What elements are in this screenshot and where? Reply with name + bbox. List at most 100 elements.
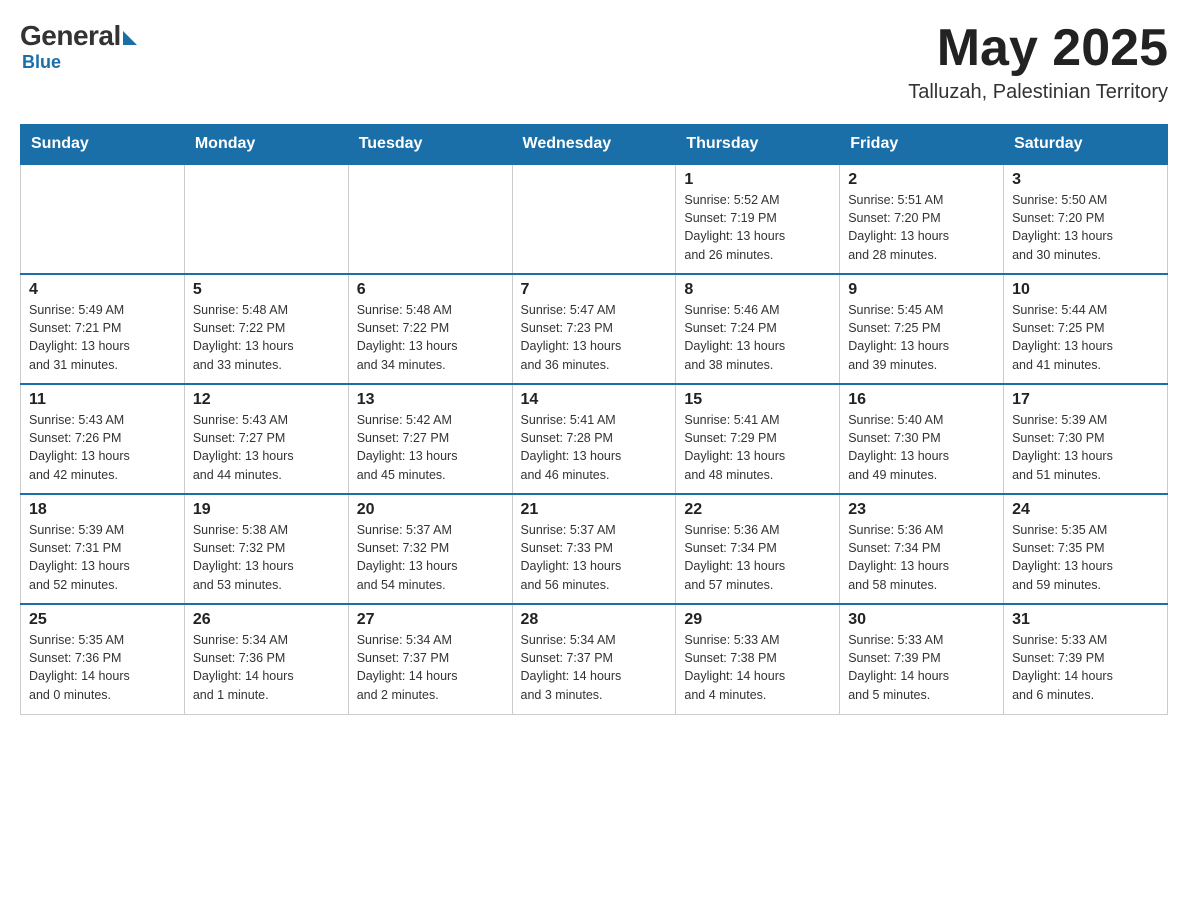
day-info: Sunrise: 5:36 AM Sunset: 7:34 PM Dayligh… bbox=[684, 521, 831, 594]
calendar-day-cell: 22 Sunrise: 5:36 AM Sunset: 7:34 PM Dayli… bbox=[676, 494, 840, 604]
day-info: Sunrise: 5:41 AM Sunset: 7:29 PM Dayligh… bbox=[684, 411, 831, 484]
day-number: 28 bbox=[521, 611, 668, 629]
calendar-day-cell bbox=[184, 164, 348, 274]
calendar-day-header: Monday bbox=[184, 125, 348, 165]
day-number: 1 bbox=[684, 171, 831, 189]
day-info: Sunrise: 5:43 AM Sunset: 7:26 PM Dayligh… bbox=[29, 411, 176, 484]
day-number: 17 bbox=[1012, 391, 1159, 409]
day-number: 19 bbox=[193, 501, 340, 519]
page-header: General Blue May 2025 Talluzah, Palestin… bbox=[20, 20, 1168, 104]
calendar-day-cell: 29 Sunrise: 5:33 AM Sunset: 7:38 PM Dayli… bbox=[676, 604, 840, 714]
calendar-day-cell: 12 Sunrise: 5:43 AM Sunset: 7:27 PM Dayli… bbox=[184, 384, 348, 494]
day-number: 27 bbox=[357, 611, 504, 629]
logo-general-text: General bbox=[20, 20, 121, 52]
day-number: 30 bbox=[848, 611, 995, 629]
calendar-day-cell: 30Sunrise: 5:33 AM Sunset: 7:39 PM Dayli… bbox=[840, 604, 1004, 714]
calendar-week-row: 11 Sunrise: 5:43 AM Sunset: 7:26 PM Dayli… bbox=[21, 384, 1168, 494]
calendar-day-cell: 23Sunrise: 5:36 AM Sunset: 7:34 PM Dayli… bbox=[840, 494, 1004, 604]
calendar-day-cell: 1Sunrise: 5:52 AM Sunset: 7:19 PM Daylig… bbox=[676, 164, 840, 274]
calendar-day-header: Thursday bbox=[676, 125, 840, 165]
day-number: 12 bbox=[193, 391, 340, 409]
day-number: 13 bbox=[357, 391, 504, 409]
day-info: Sunrise: 5:34 AM Sunset: 7:37 PM Dayligh… bbox=[357, 631, 504, 704]
logo: General Blue bbox=[20, 20, 137, 73]
calendar-day-cell: 7Sunrise: 5:47 AM Sunset: 7:23 PM Daylig… bbox=[512, 274, 676, 384]
calendar-day-cell bbox=[348, 164, 512, 274]
day-number: 18 bbox=[29, 501, 176, 519]
day-info: Sunrise: 5:50 AM Sunset: 7:20 PM Dayligh… bbox=[1012, 191, 1159, 264]
calendar-week-row: 4Sunrise: 5:49 AM Sunset: 7:21 PM Daylig… bbox=[21, 274, 1168, 384]
calendar-day-cell: 11 Sunrise: 5:43 AM Sunset: 7:26 PM Dayli… bbox=[21, 384, 185, 494]
day-info: Sunrise: 5:41 AM Sunset: 7:28 PM Dayligh… bbox=[521, 411, 668, 484]
calendar-day-cell: 17 Sunrise: 5:39 AM Sunset: 7:30 PM Dayli… bbox=[1004, 384, 1168, 494]
logo-arrow-icon bbox=[123, 31, 137, 45]
calendar-day-cell: 2 Sunrise: 5:51 AM Sunset: 7:20 PM Daylig… bbox=[840, 164, 1004, 274]
month-title: May 2025 bbox=[908, 20, 1168, 77]
calendar-day-header: Tuesday bbox=[348, 125, 512, 165]
calendar-day-cell: 21Sunrise: 5:37 AM Sunset: 7:33 PM Dayli… bbox=[512, 494, 676, 604]
day-number: 14 bbox=[521, 391, 668, 409]
day-info: Sunrise: 5:39 AM Sunset: 7:31 PM Dayligh… bbox=[29, 521, 176, 594]
day-number: 20 bbox=[357, 501, 504, 519]
day-number: 11 bbox=[29, 391, 176, 409]
day-number: 26 bbox=[193, 611, 340, 629]
day-number: 16 bbox=[848, 391, 995, 409]
calendar-table: SundayMondayTuesdayWednesdayThursdayFrid… bbox=[20, 124, 1168, 715]
day-number: 5 bbox=[193, 281, 340, 299]
day-info: Sunrise: 5:42 AM Sunset: 7:27 PM Dayligh… bbox=[357, 411, 504, 484]
location: Talluzah, Palestinian Territory bbox=[908, 81, 1168, 104]
calendar-day-cell: 16Sunrise: 5:40 AM Sunset: 7:30 PM Dayli… bbox=[840, 384, 1004, 494]
day-info: Sunrise: 5:34 AM Sunset: 7:37 PM Dayligh… bbox=[521, 631, 668, 704]
logo-blue-text: Blue bbox=[22, 52, 61, 73]
day-number: 24 bbox=[1012, 501, 1159, 519]
day-number: 8 bbox=[684, 281, 831, 299]
day-number: 21 bbox=[521, 501, 668, 519]
title-area: May 2025 Talluzah, Palestinian Territory bbox=[908, 20, 1168, 104]
day-number: 29 bbox=[684, 611, 831, 629]
day-info: Sunrise: 5:49 AM Sunset: 7:21 PM Dayligh… bbox=[29, 301, 176, 374]
day-number: 22 bbox=[684, 501, 831, 519]
day-info: Sunrise: 5:33 AM Sunset: 7:38 PM Dayligh… bbox=[684, 631, 831, 704]
calendar-day-cell: 28 Sunrise: 5:34 AM Sunset: 7:37 PM Dayli… bbox=[512, 604, 676, 714]
day-info: Sunrise: 5:46 AM Sunset: 7:24 PM Dayligh… bbox=[684, 301, 831, 374]
day-number: 31 bbox=[1012, 611, 1159, 629]
day-number: 2 bbox=[848, 171, 995, 189]
day-info: Sunrise: 5:39 AM Sunset: 7:30 PM Dayligh… bbox=[1012, 411, 1159, 484]
day-number: 3 bbox=[1012, 171, 1159, 189]
day-info: Sunrise: 5:35 AM Sunset: 7:35 PM Dayligh… bbox=[1012, 521, 1159, 594]
calendar-week-row: 1Sunrise: 5:52 AM Sunset: 7:19 PM Daylig… bbox=[21, 164, 1168, 274]
calendar-day-header: Saturday bbox=[1004, 125, 1168, 165]
calendar-day-cell: 18 Sunrise: 5:39 AM Sunset: 7:31 PM Dayli… bbox=[21, 494, 185, 604]
calendar-day-header: Sunday bbox=[21, 125, 185, 165]
calendar-day-cell: 27 Sunrise: 5:34 AM Sunset: 7:37 PM Dayli… bbox=[348, 604, 512, 714]
calendar-day-cell: 3 Sunrise: 5:50 AM Sunset: 7:20 PM Daylig… bbox=[1004, 164, 1168, 274]
day-info: Sunrise: 5:35 AM Sunset: 7:36 PM Dayligh… bbox=[29, 631, 176, 704]
day-info: Sunrise: 5:43 AM Sunset: 7:27 PM Dayligh… bbox=[193, 411, 340, 484]
calendar-day-cell: 20 Sunrise: 5:37 AM Sunset: 7:32 PM Dayli… bbox=[348, 494, 512, 604]
day-number: 7 bbox=[521, 281, 668, 299]
calendar-day-cell: 4Sunrise: 5:49 AM Sunset: 7:21 PM Daylig… bbox=[21, 274, 185, 384]
calendar-day-cell: 31 Sunrise: 5:33 AM Sunset: 7:39 PM Dayli… bbox=[1004, 604, 1168, 714]
calendar-day-header: Friday bbox=[840, 125, 1004, 165]
day-number: 6 bbox=[357, 281, 504, 299]
day-info: Sunrise: 5:51 AM Sunset: 7:20 PM Dayligh… bbox=[848, 191, 995, 264]
calendar-week-row: 25 Sunrise: 5:35 AM Sunset: 7:36 PM Dayli… bbox=[21, 604, 1168, 714]
day-number: 15 bbox=[684, 391, 831, 409]
calendar-day-cell: 8 Sunrise: 5:46 AM Sunset: 7:24 PM Daylig… bbox=[676, 274, 840, 384]
day-info: Sunrise: 5:45 AM Sunset: 7:25 PM Dayligh… bbox=[848, 301, 995, 374]
calendar-day-cell: 19Sunrise: 5:38 AM Sunset: 7:32 PM Dayli… bbox=[184, 494, 348, 604]
calendar-day-cell: 26Sunrise: 5:34 AM Sunset: 7:36 PM Dayli… bbox=[184, 604, 348, 714]
day-info: Sunrise: 5:33 AM Sunset: 7:39 PM Dayligh… bbox=[1012, 631, 1159, 704]
day-number: 9 bbox=[848, 281, 995, 299]
calendar-header-row: SundayMondayTuesdayWednesdayThursdayFrid… bbox=[21, 125, 1168, 165]
calendar-day-cell: 10Sunrise: 5:44 AM Sunset: 7:25 PM Dayli… bbox=[1004, 274, 1168, 384]
calendar-day-cell: 25 Sunrise: 5:35 AM Sunset: 7:36 PM Dayli… bbox=[21, 604, 185, 714]
calendar-day-cell: 6Sunrise: 5:48 AM Sunset: 7:22 PM Daylig… bbox=[348, 274, 512, 384]
calendar-day-cell: 24 Sunrise: 5:35 AM Sunset: 7:35 PM Dayli… bbox=[1004, 494, 1168, 604]
calendar-day-header: Wednesday bbox=[512, 125, 676, 165]
day-number: 25 bbox=[29, 611, 176, 629]
day-info: Sunrise: 5:37 AM Sunset: 7:32 PM Dayligh… bbox=[357, 521, 504, 594]
calendar-day-cell bbox=[21, 164, 185, 274]
day-info: Sunrise: 5:48 AM Sunset: 7:22 PM Dayligh… bbox=[193, 301, 340, 374]
day-number: 10 bbox=[1012, 281, 1159, 299]
